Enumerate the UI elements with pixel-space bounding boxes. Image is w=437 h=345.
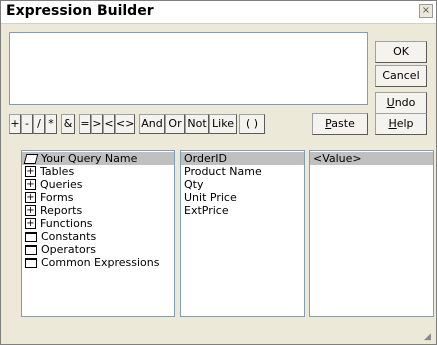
folder-icon	[25, 244, 37, 255]
expression-input[interactable]	[9, 32, 368, 105]
operator-like-button[interactable]: Like	[209, 114, 237, 134]
paste-label: aste	[331, 117, 355, 130]
operator-multiply-button[interactable]: *	[45, 114, 57, 134]
close-icon[interactable]: ×	[419, 4, 433, 18]
ok-button[interactable]: OK	[375, 41, 427, 63]
operator-not-equal-button[interactable]: <>	[115, 114, 135, 134]
list-item[interactable]: Product Name	[181, 165, 304, 178]
list-item[interactable]: Unit Price	[181, 191, 304, 204]
plus-expand-icon[interactable]: +	[25, 205, 36, 216]
folder-icon	[25, 231, 37, 242]
operator-less-button[interactable]: <	[103, 114, 115, 134]
undo-label: ndo	[394, 96, 416, 109]
operator-or-button[interactable]: Or	[165, 114, 185, 134]
expression-builder-dialog: Expression Builder × OK Cancel Undo + - …	[0, 0, 437, 345]
list-item[interactable]: OrderID	[181, 152, 304, 165]
operator-divide-button[interactable]: /	[33, 114, 45, 134]
list-item-label: Constants	[41, 230, 97, 243]
list-item-label: Your Query Name	[41, 152, 138, 165]
list-item-label: Tables	[40, 165, 75, 178]
list-item[interactable]: + Tables	[22, 165, 174, 178]
operator-parentheses-button[interactable]: ( )	[239, 114, 265, 134]
plus-expand-icon[interactable]: +	[25, 166, 36, 177]
help-button[interactable]: Help	[375, 113, 427, 135]
operator-greater-button[interactable]: >	[91, 114, 103, 134]
list-item-label: Queries	[40, 178, 83, 191]
list-item[interactable]: + Forms	[22, 191, 174, 204]
list-item[interactable]: Qty	[181, 178, 304, 191]
undo-button[interactable]: Undo	[375, 92, 427, 114]
list-item[interactable]: + Reports	[22, 204, 174, 217]
status-bar: ◢	[1, 330, 436, 344]
list-item-label: Reports	[40, 204, 83, 217]
list-item[interactable]: ExtPrice	[181, 204, 304, 217]
operator-plus-button[interactable]: +	[9, 114, 21, 134]
list-item[interactable]: Your Query Name	[22, 152, 174, 165]
object-tree-list: Your Query Name + Tables + Queries + Forms …	[21, 150, 175, 317]
list-item-label: Operators	[41, 243, 96, 256]
undo-accelerator: U	[386, 96, 395, 109]
open-folder-icon	[23, 153, 39, 164]
operator-equals-button[interactable]: =	[79, 114, 91, 134]
help-accelerator: H	[388, 117, 397, 130]
list-item-label: Functions	[40, 217, 93, 230]
list-item[interactable]: Common Expressions	[22, 256, 174, 269]
operator-minus-button[interactable]: -	[21, 114, 33, 134]
plus-expand-icon[interactable]: +	[25, 192, 36, 203]
dialog-title: Expression Builder	[6, 3, 154, 19]
plus-expand-icon[interactable]: +	[25, 218, 36, 229]
value-list: <Value>	[309, 150, 434, 317]
cancel-button[interactable]: Cancel	[375, 65, 427, 87]
list-item-label: Forms	[40, 191, 74, 204]
list-item[interactable]: <Value>	[310, 152, 433, 165]
folder-icon	[25, 257, 37, 268]
operator-and-button[interactable]: And	[139, 114, 165, 134]
field-list: OrderID Product Name Qty Unit Price ExtP…	[180, 150, 305, 317]
list-item-label: Common Expressions	[41, 256, 160, 269]
title-bar: Expression Builder ×	[1, 1, 436, 24]
operator-ampersand-button[interactable]: &	[61, 114, 75, 134]
help-label: elp	[396, 117, 414, 130]
list-item[interactable]: + Queries	[22, 178, 174, 191]
list-item[interactable]: Constants	[22, 230, 174, 243]
list-item[interactable]: Operators	[22, 243, 174, 256]
paste-button[interactable]: Paste	[312, 113, 368, 135]
operator-not-button[interactable]: Not	[185, 114, 209, 134]
list-item[interactable]: + Functions	[22, 217, 174, 230]
resize-grip-icon[interactable]: ◢	[424, 332, 434, 342]
plus-expand-icon[interactable]: +	[25, 179, 36, 190]
